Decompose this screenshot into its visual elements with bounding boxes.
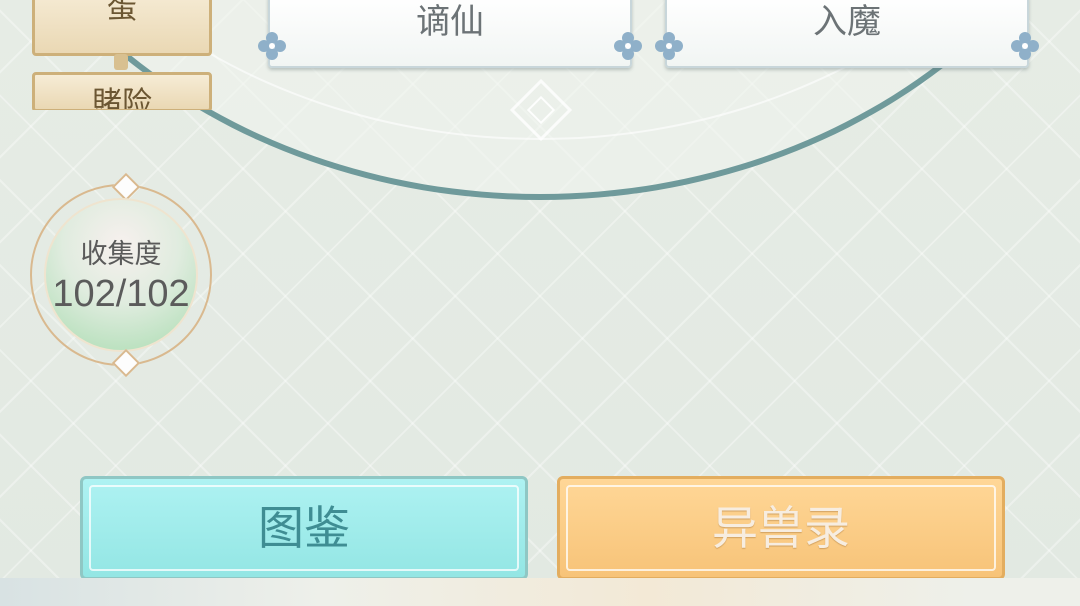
flower-icon [1011, 32, 1039, 60]
collection-badge: 收集度 102/102 [30, 172, 212, 378]
collection-title: 收集度 [80, 239, 162, 269]
flower-icon [258, 32, 286, 60]
side-tab-1[interactable]: 蛋 [32, 0, 212, 56]
flower-icon [655, 32, 683, 60]
side-tab-2[interactable]: 賭险 [32, 72, 212, 110]
collection-count: 102/102 [52, 273, 190, 315]
bottom-strip [0, 578, 1080, 606]
atlas-button[interactable]: 图鉴 [80, 476, 528, 580]
tab-hanger [114, 54, 128, 70]
side-tab-1-label: 蛋 [107, 0, 137, 25]
card-exiled-immortal[interactable]: 谪仙 [258, 0, 642, 68]
beast-button-frame [566, 485, 996, 571]
card-demonized[interactable]: 入魔 [655, 0, 1039, 68]
collection-circle: 收集度 102/102 [44, 198, 198, 352]
card-exiled-immortal-label: 谪仙 [416, 2, 484, 42]
atlas-button-frame [89, 485, 519, 571]
side-tab-2-label: 賭险 [92, 87, 152, 110]
beast-record-button[interactable]: 异兽录 [557, 476, 1005, 580]
side-tabs: 蛋 賭险 [0, 0, 230, 110]
card-demonized-label: 入魔 [813, 2, 881, 42]
flower-icon [614, 32, 642, 60]
